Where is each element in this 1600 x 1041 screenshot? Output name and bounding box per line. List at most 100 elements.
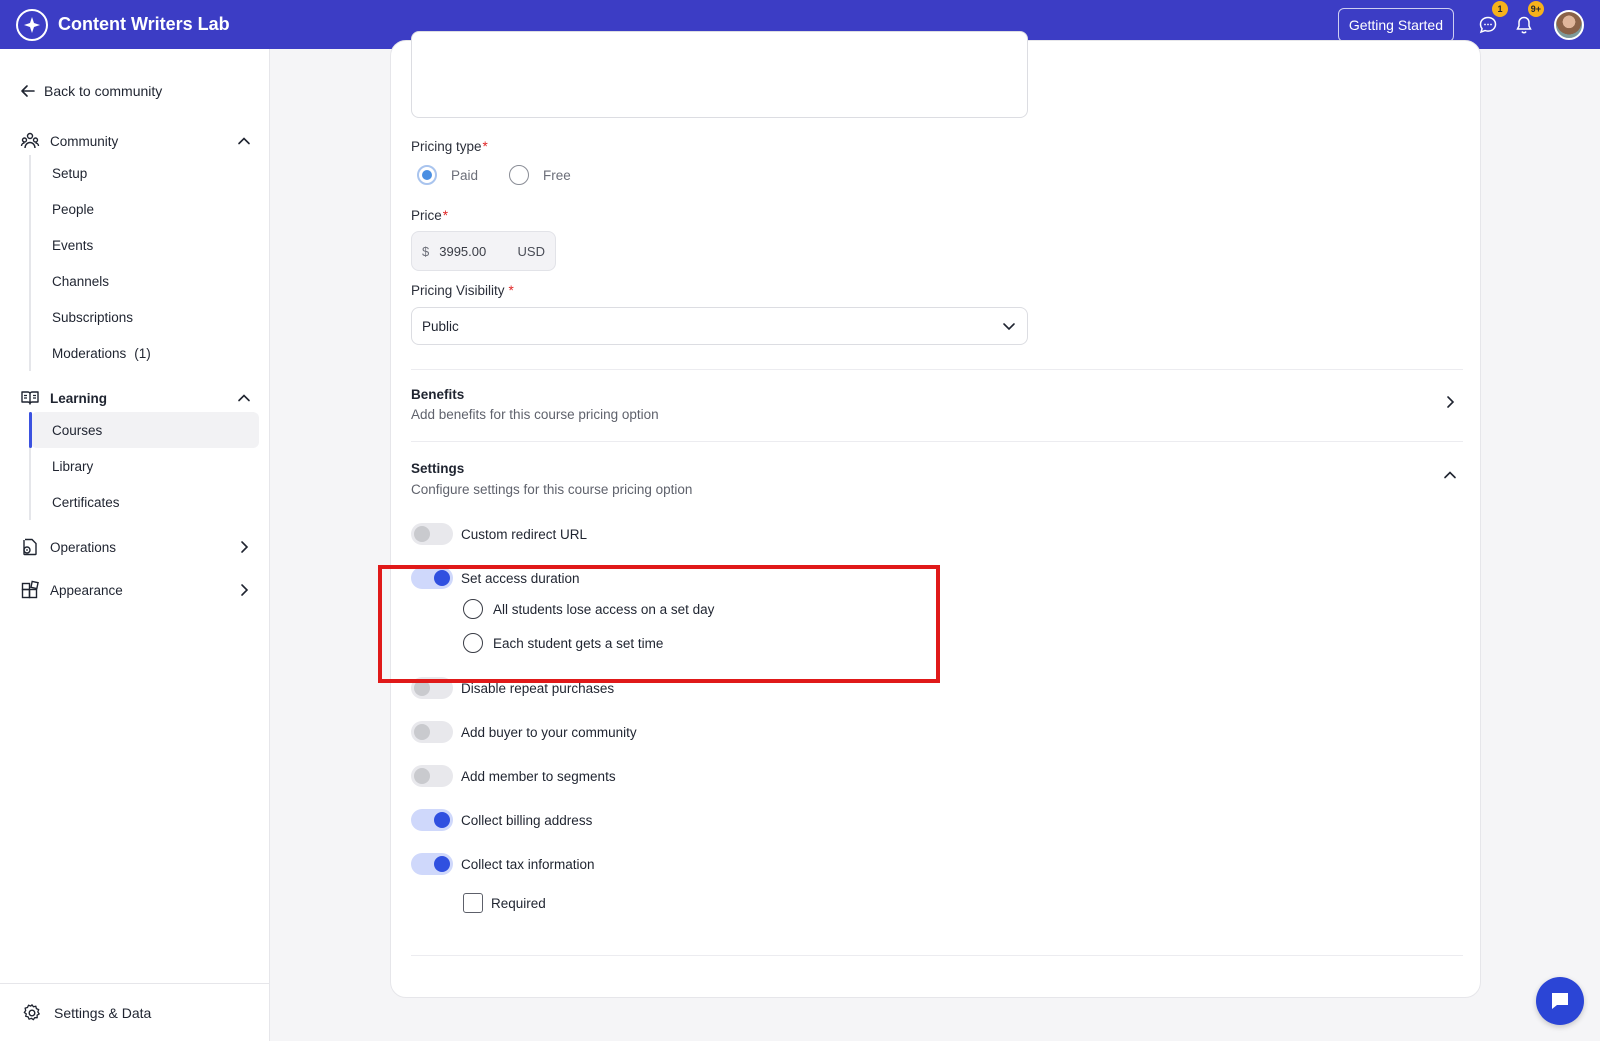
brand-logo-icon[interactable] [16,8,48,41]
price-value: 3995.00 [439,243,487,259]
bell-icon [1516,16,1532,33]
sidebar-item-library[interactable]: Library [31,448,259,484]
moderations-count: (1) [134,345,151,361]
add-buyer-row: Add buyer to your community [411,721,637,743]
sidebar-section-operations[interactable]: Operations [20,537,252,557]
sidebar-section-appearance[interactable]: Appearance [20,580,252,600]
add-buyer-toggle[interactable] [411,721,453,743]
custom-redirect-row: Custom redirect URL [411,523,587,545]
required-mark: * [508,283,514,298]
free-label: Free [543,167,571,183]
community-label: Community [50,133,119,149]
community-icon [20,131,40,151]
appearance-icon [20,580,40,600]
tax-required-checkbox[interactable] [463,893,483,913]
learning-label: Learning [50,390,108,406]
learning-subnav: Courses Library Certificates [29,412,259,520]
collect-billing-row: Collect billing address [411,809,592,831]
back-label: Back to community [44,83,163,99]
divider [411,955,1463,956]
collect-tax-row: Collect tax information [411,853,595,875]
tax-required-option[interactable]: Required [463,893,546,913]
settings-title: Settings [411,461,465,476]
notifications-button[interactable]: 9+ [1512,0,1544,37]
gear-icon [23,1003,40,1020]
back-to-community-link[interactable]: Back to community [20,83,162,99]
sidebar-item-channels[interactable]: Channels [31,263,259,299]
collect-billing-label: Collect billing address [461,812,593,828]
price-input[interactable]: $ 3995.00 USD [411,231,556,271]
sidebar-item-setup[interactable]: Setup [31,155,259,191]
chevron-right-icon [241,541,249,553]
settings-subtitle: Configure settings for this course prici… [411,482,693,497]
pricing-option-card: Pricing type* Paid Free Price* $ 3995.00… [390,31,1481,998]
price-label-text: Price [411,208,442,223]
notifications-badge: 9+ [1527,0,1544,17]
paid-label: Paid [451,167,479,183]
book-icon [20,388,40,408]
description-textarea[interactable] [411,31,1028,118]
getting-started-button[interactable]: Getting Started [1337,7,1454,42]
user-avatar[interactable] [1554,9,1584,40]
collect-tax-label: Collect tax information [461,856,595,872]
collect-billing-toggle[interactable] [411,809,453,831]
collect-tax-toggle[interactable] [411,853,453,875]
messages-button[interactable]: 1 [1476,0,1508,37]
price-label: Price* [411,208,448,223]
sidebar-item-moderations[interactable]: Moderations (1) [31,335,259,371]
support-chat-button[interactable] [1536,977,1584,1025]
required-mark: * [442,208,449,223]
arrow-left-icon [21,85,35,97]
chevron-down-icon [1003,323,1015,331]
add-member-segments-label: Add member to segments [461,768,616,784]
add-buyer-label: Add buyer to your community [461,724,637,740]
messages-badge: 1 [1492,0,1508,17]
chevron-right-icon [241,584,249,596]
custom-redirect-toggle[interactable] [411,523,453,545]
sidebar-item-events[interactable]: Events [31,227,259,263]
moderations-label: Moderations [52,345,127,361]
pricing-type-free-option[interactable]: Free [509,165,571,185]
chevron-up-icon [238,137,250,145]
chevron-right-icon[interactable] [1442,394,1458,410]
highlight-box [378,565,940,683]
pricing-visibility-label-text: Pricing Visibility [411,283,505,298]
chevron-up-icon [238,394,250,402]
currency-symbol: $ [422,243,430,259]
chat-icon [1479,16,1497,33]
divider [411,369,1463,370]
pricing-visibility-value: Public [422,318,459,334]
tax-required-label: Required [491,895,546,911]
divider [411,441,1463,442]
pricing-type-label-text: Pricing type [411,139,482,154]
pricing-visibility-select[interactable]: Public [411,307,1028,345]
operations-label: Operations [50,539,117,555]
appearance-label: Appearance [50,582,123,598]
sidebar-section-community[interactable]: Community [20,131,252,151]
sidebar: Back to community Community Setup People… [0,49,270,1041]
required-mark: * [482,139,488,154]
paid-radio[interactable] [417,165,437,185]
pricing-visibility-label: Pricing Visibility * [411,283,514,298]
chat-bubble-icon [1552,993,1568,1009]
free-radio[interactable] [509,165,529,185]
pricing-type-paid-option[interactable]: Paid [417,165,478,185]
sidebar-item-courses[interactable]: Courses [29,412,259,448]
sidebar-item-people[interactable]: People [31,191,259,227]
currency-unit: USD [517,243,545,259]
chevron-up-icon[interactable] [1442,467,1458,483]
pricing-type-label: Pricing type* [411,139,488,154]
settings-data-link[interactable]: Settings & Data [0,983,269,1041]
benefits-title: Benefits [411,387,465,402]
sidebar-item-certificates[interactable]: Certificates [31,484,259,520]
sidebar-section-learning[interactable]: Learning [20,388,252,408]
benefits-subtitle: Add benefits for this course pricing opt… [411,407,659,422]
community-subnav: Setup People Events Channels Subscriptio… [29,155,259,371]
add-member-segments-toggle[interactable] [411,765,453,787]
settings-data-label: Settings & Data [54,1004,152,1021]
operations-icon [20,537,40,557]
custom-redirect-label: Custom redirect URL [461,526,588,542]
brand-name[interactable]: Content Writers Lab [58,14,230,35]
sidebar-item-subscriptions[interactable]: Subscriptions [31,299,259,335]
add-member-segments-row: Add member to segments [411,765,616,787]
